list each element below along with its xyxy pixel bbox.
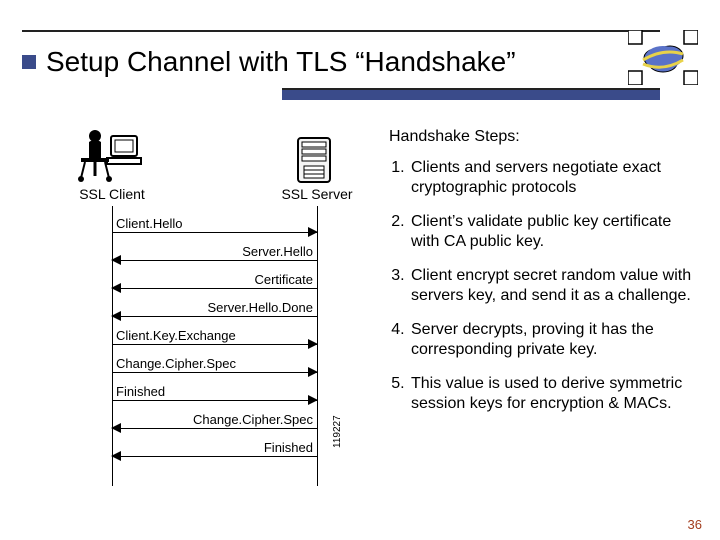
message-line [112,344,317,345]
handshake-message: Change.Cipher.Spec [112,358,317,378]
message-label: Finished [116,384,165,399]
cloud-logo-icon [628,30,698,85]
step-item: Server decrypts, proving it has the corr… [409,320,698,360]
steps-list: Clients and servers negotiate exact cryp… [389,158,698,414]
handshake-message: Finished [112,442,317,462]
message-line [112,232,317,233]
message-line [112,400,317,401]
slide: Setup Channel with TLS “Handshake” [0,0,720,540]
title-row: Setup Channel with TLS “Handshake” [22,46,698,78]
title-underline [22,88,660,102]
handshake-message: Change.Cipher.Spec [112,414,317,434]
step-item: Client’s validate public key certificate… [409,212,698,252]
server-tower-icon [292,136,337,184]
arrow-left-icon [111,451,121,461]
message-line [112,260,317,261]
handshake-message: Client.Hello [112,218,317,238]
step-item: This value is used to derive symmetric s… [409,374,698,414]
title-bullet-icon [22,55,36,69]
steps-column: Handshake Steps: Clients and servers neg… [377,118,698,510]
message-line [112,288,317,289]
message-label: Client.Hello [116,216,182,231]
step-item: Client encrypt secret random value with … [409,266,698,306]
content-area: SSL Client SSL Server Client.Hello Server… [22,118,698,510]
handshake-message: Certificate [112,274,317,294]
arrow-right-icon [308,339,318,349]
message-label: Client.Key.Exchange [116,328,236,343]
message-label: Change.Cipher.Spec [193,412,313,427]
arrow-right-icon [308,227,318,237]
arrow-left-icon [111,311,121,321]
step-item: Clients and servers negotiate exact cryp… [409,158,698,198]
client-actor-label: SSL Client [62,186,162,202]
handshake-message: Server.Hello [112,246,317,266]
message-label: Certificate [254,272,313,287]
handshake-message: Finished [112,386,317,406]
diagram-id-label: 119227 [332,415,343,448]
message-label: Server.Hello [242,244,313,259]
client-workstation-icon [77,128,147,183]
message-label: Server.Hello.Done [208,300,314,315]
handshake-message: Server.Hello.Done [112,302,317,322]
diagram-column: SSL Client SSL Server Client.Hello Server… [22,118,377,510]
message-label: Finished [264,440,313,455]
handshake-diagram: SSL Client SSL Server Client.Hello Server… [22,118,377,498]
arrow-left-icon [111,423,121,433]
message-label: Change.Cipher.Spec [116,356,236,371]
message-line [112,428,317,429]
steps-heading: Handshake Steps: [389,128,698,146]
handshake-message: Client.Key.Exchange [112,330,317,350]
page-number: 36 [688,517,702,532]
slide-title: Setup Channel with TLS “Handshake” [46,46,516,78]
arrow-right-icon [308,367,318,377]
top-rule [22,30,660,32]
message-line [112,456,317,457]
arrow-left-icon [111,255,121,265]
arrow-left-icon [111,283,121,293]
server-actor-label: SSL Server [267,186,367,202]
message-line [112,316,317,317]
arrow-right-icon [308,395,318,405]
message-line [112,372,317,373]
